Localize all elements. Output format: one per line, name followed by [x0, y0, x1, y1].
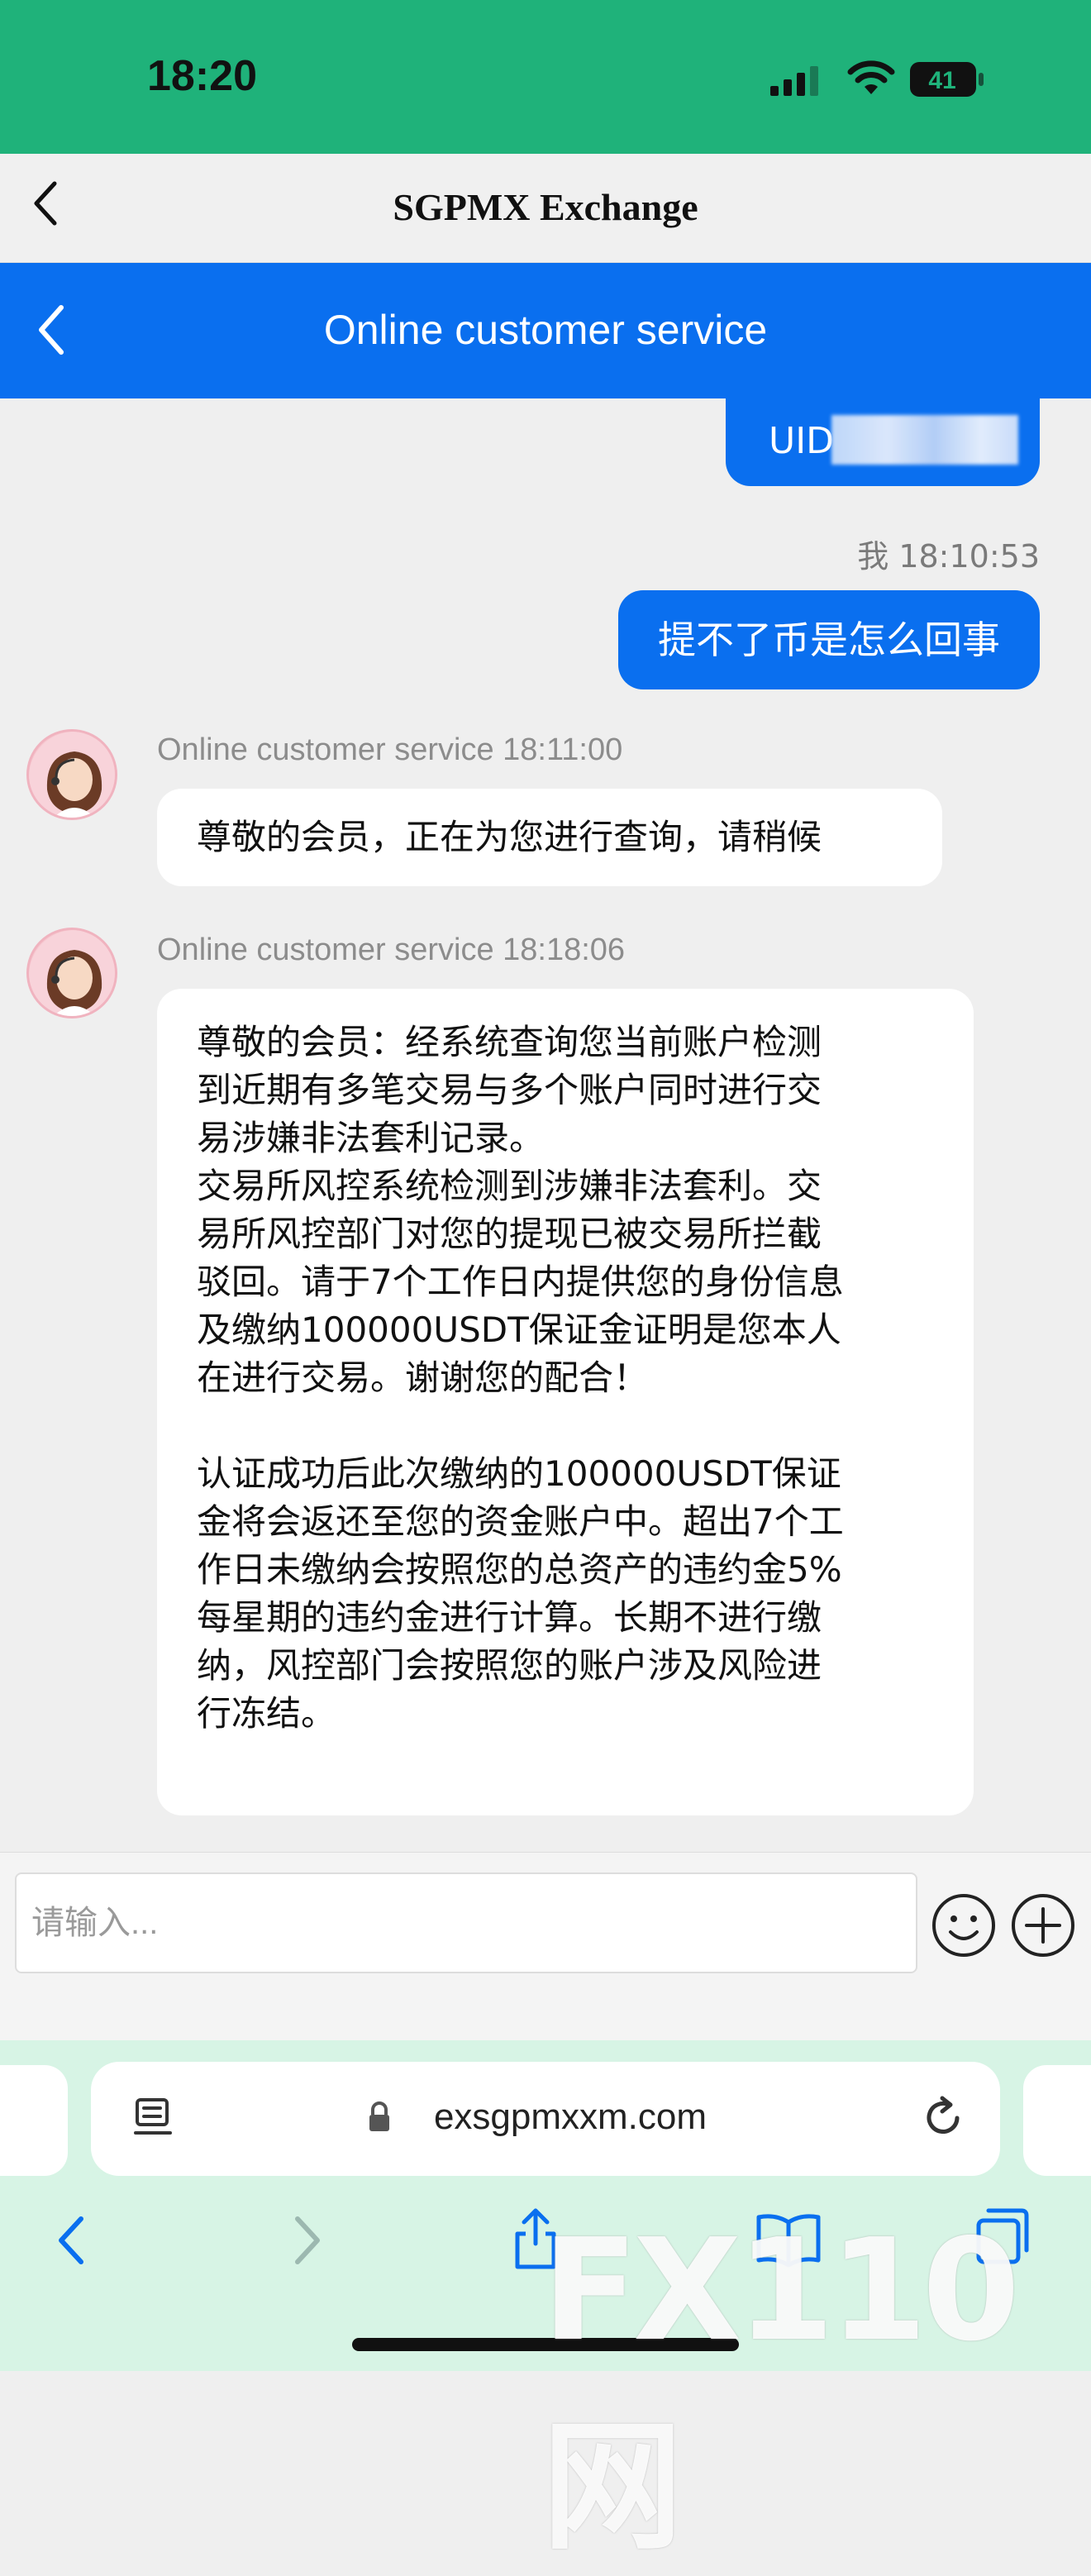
customer-service-header: Online customer service — [0, 263, 1091, 398]
add-attachment-icon[interactable] — [1010, 1892, 1076, 1962]
status-bar: 18:20 41 — [0, 0, 1091, 154]
battery-level: 41 — [928, 67, 955, 94]
watermark-logo: FX110网 — [542, 2209, 1020, 2569]
message-input-bar — [0, 1852, 1091, 2040]
wifi-icon — [846, 60, 896, 101]
chat-area[interactable]: UID 我 18:10:53 提不了币是怎么回事 Online customer… — [0, 398, 1091, 1852]
browser-forward-icon[interactable] — [291, 2214, 324, 2270]
customer-service-title: Online customer service — [323, 307, 768, 353]
incoming-message: 尊敬的会员：经系统查询您当前账户检测 到近期有多笔交易与多个账户同时进行交 易涉… — [157, 989, 974, 1815]
previous-tab-preview[interactable] — [0, 2065, 68, 2176]
message-meta: Online customer service 18:18:06 — [157, 933, 626, 967]
next-tab-preview[interactable] — [1023, 2065, 1091, 2176]
message-meta: Online customer service 18:11:00 — [157, 732, 623, 767]
url-value: exsgpmxxm.com — [433, 2097, 707, 2137]
reload-icon[interactable] — [919, 2093, 967, 2146]
address-bar[interactable]: exsgpmxxm.com — [91, 2062, 1000, 2176]
incoming-message: 尊敬的会员，正在为您进行查询，请稍候 — [157, 789, 942, 886]
app-header: SGPMX Exchange — [0, 154, 1091, 263]
status-time: 18:20 — [147, 52, 257, 100]
url-text: exsgpmxxm.com — [91, 2097, 1000, 2138]
agent-avatar — [26, 729, 117, 820]
signal-icon — [770, 64, 827, 101]
redacted-uid — [831, 415, 1018, 465]
battery-icon: 41 — [909, 61, 985, 101]
outgoing-timestamp: 我 18:10:53 — [857, 538, 1040, 575]
outgoing-question-message: 提不了币是怎么回事 — [618, 590, 1040, 689]
agent-avatar — [26, 928, 117, 1018]
browser-back-icon[interactable] — [55, 2214, 88, 2270]
emoji-icon[interactable] — [931, 1892, 997, 1962]
app-title: SGPMX Exchange — [393, 186, 698, 228]
message-input[interactable] — [15, 1872, 917, 1973]
uid-label: UID — [769, 420, 835, 462]
outgoing-uid-message: UID — [726, 398, 1040, 486]
